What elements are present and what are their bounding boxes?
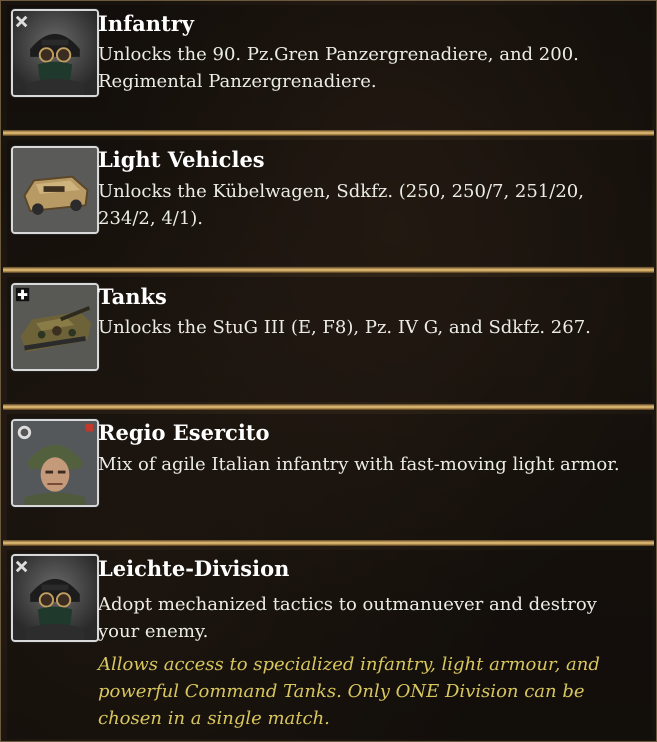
item-title: Tanks: [98, 284, 167, 309]
infantry-officer-icon: [11, 9, 99, 97]
italian-soldier-icon: [11, 419, 99, 507]
divider: [3, 267, 654, 273]
item-description: Adopt mechanized tactics to outmanuever …: [98, 594, 597, 642]
item-description: Unlocks the StuG III (E, F8), Pz. IV G, …: [98, 317, 591, 338]
item-title: Light Vehicles: [98, 147, 265, 172]
item-title: Infantry: [98, 11, 194, 36]
item-description: Mix of agile Italian infantry with fast-…: [98, 454, 620, 475]
divider: [3, 404, 654, 410]
divider: [3, 130, 654, 136]
item-note: Allows access to specialized infantry, l…: [98, 654, 600, 729]
light-vehicle-icon: [11, 146, 99, 234]
item-description: Unlocks the Kübelwagen, Sdkfz. (250, 250…: [98, 181, 584, 229]
tank-icon: [11, 283, 99, 371]
doctrine-list-panel: Infantry Unlocks the 90. Pz.Gren Panzerg…: [0, 0, 657, 742]
divider: [3, 540, 654, 546]
infantry-officer-icon: [11, 554, 99, 642]
item-title: Regio Esercito: [98, 420, 270, 445]
item-description: Unlocks the 90. Pz.Gren Panzergrenadiere…: [98, 44, 579, 92]
item-title: Leichte-Division: [98, 556, 290, 581]
